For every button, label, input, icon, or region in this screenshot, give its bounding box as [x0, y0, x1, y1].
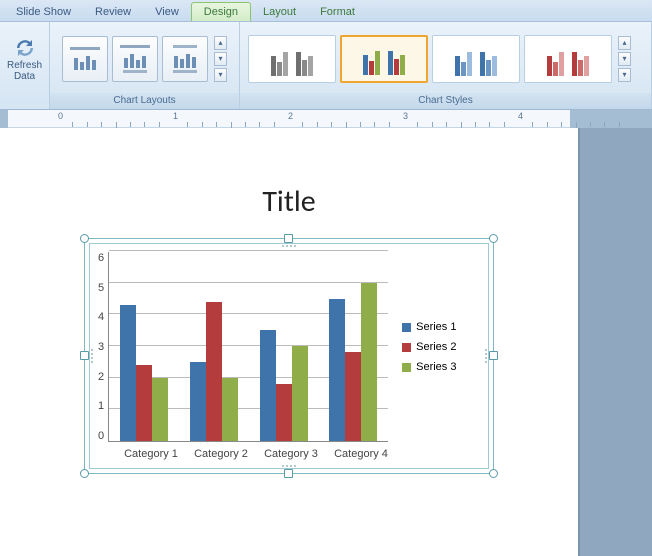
x-tick-label: Category 3	[264, 448, 318, 460]
resize-handle-tl[interactable]	[80, 234, 89, 243]
category-group[interactable]	[190, 302, 238, 441]
bar[interactable]	[276, 384, 292, 441]
chart-style-1[interactable]	[248, 35, 336, 83]
group-data: Refresh Data .	[0, 22, 50, 109]
tab-review[interactable]: Review	[83, 3, 143, 21]
refresh-label: Refresh Data	[5, 60, 44, 82]
x-axis: Category 1 Category 2 Category 3 Category 4	[116, 442, 396, 460]
ribbon: Refresh Data . ▴ ▾ ▾	[0, 22, 652, 110]
workspace: Title 0123456 Series 1Serie	[0, 128, 652, 556]
ruler-mark: 3	[403, 111, 408, 121]
y-axis: 0 1 2 3 4 5 6	[98, 252, 108, 442]
legend-label: Series 2	[416, 341, 456, 353]
chart-style-4[interactable]	[524, 35, 612, 83]
bar[interactable]	[292, 346, 308, 441]
y-tick-label: 0	[98, 430, 104, 442]
bar[interactable]	[190, 362, 206, 441]
chart-style-3[interactable]	[432, 35, 520, 83]
y-tick-label: 6	[98, 252, 104, 264]
chart-styles-label: Chart Styles	[240, 93, 651, 109]
horizontal-ruler: 0 1 2 3 4	[0, 110, 652, 128]
chart-style-2[interactable]	[340, 35, 428, 83]
tab-layout[interactable]: Layout	[251, 3, 308, 21]
x-tick-label: Category 4	[334, 448, 388, 460]
bar[interactable]	[152, 378, 168, 441]
plot-area[interactable]	[108, 252, 388, 442]
resize-handle-br[interactable]	[489, 469, 498, 478]
legend-swatch	[402, 363, 411, 372]
legend-swatch	[402, 323, 411, 332]
style-scroll-up[interactable]: ▴	[618, 36, 631, 50]
style-scroll-down[interactable]: ▾	[618, 52, 631, 66]
refresh-data-button[interactable]: Refresh Data	[4, 27, 45, 91]
y-tick-label: 5	[98, 282, 104, 294]
ruler-mark: 1	[173, 111, 178, 121]
y-tick-label: 2	[98, 371, 104, 383]
y-tick-label: 3	[98, 341, 104, 353]
resize-handle-ml[interactable]	[80, 351, 89, 360]
layout-scroll-down[interactable]: ▾	[214, 52, 227, 66]
ruler-mark: 4	[518, 111, 523, 121]
tab-design[interactable]: Design	[191, 2, 251, 21]
legend-label: Series 1	[416, 321, 456, 333]
slide-title-placeholder[interactable]: Title	[0, 183, 578, 220]
category-group[interactable]	[120, 305, 168, 441]
legend-item[interactable]: Series 3	[402, 361, 456, 373]
x-tick-label: Category 2	[194, 448, 248, 460]
legend-item[interactable]: Series 1	[402, 321, 456, 333]
chart-object[interactable]: 0 1 2 3 4 5 6 Series 1 Series 2 Series 3 Categor…	[84, 238, 494, 474]
chart-layout-2[interactable]	[112, 36, 158, 82]
tab-format[interactable]: Format	[308, 3, 367, 21]
legend-item[interactable]: Series 2	[402, 341, 456, 353]
resize-handle-mr[interactable]	[489, 351, 498, 360]
ruler-mark: 0	[58, 111, 63, 121]
refresh-icon	[13, 36, 37, 60]
ribbon-tabs: Slide Show Review View Design Layout For…	[0, 0, 652, 22]
bar[interactable]	[361, 283, 377, 441]
category-group[interactable]	[260, 330, 308, 441]
group-chart-layouts: ▴ ▾ ▾ Chart Layouts	[50, 22, 240, 109]
legend[interactable]: Series 1 Series 2 Series 3	[402, 252, 456, 442]
group-chart-styles: ▴ ▾ ▾ Chart Styles	[240, 22, 652, 109]
bar[interactable]	[260, 330, 276, 441]
chart-area[interactable]: 0 1 2 3 4 5 6 Series 1 Series 2 Series 3 Categor…	[89, 243, 489, 469]
tab-view[interactable]: View	[143, 3, 191, 21]
bar[interactable]	[345, 352, 361, 441]
style-more[interactable]: ▾	[618, 68, 631, 82]
bar[interactable]	[120, 305, 136, 441]
bar[interactable]	[329, 299, 345, 442]
legend-swatch	[402, 343, 411, 352]
resize-handle-tr[interactable]	[489, 234, 498, 243]
gridline	[109, 250, 388, 251]
legend-label: Series 3	[416, 361, 456, 373]
bar[interactable]	[222, 378, 238, 441]
chart-layout-1[interactable]	[62, 36, 108, 82]
category-group[interactable]	[329, 283, 377, 441]
chart-layouts-label: Chart Layouts	[50, 93, 239, 109]
layout-more[interactable]: ▾	[214, 68, 227, 82]
resize-handle-tm[interactable]	[284, 234, 293, 243]
bar[interactable]	[206, 302, 222, 441]
ruler-mark: 2	[288, 111, 293, 121]
y-tick-label: 4	[98, 311, 104, 323]
x-tick-label: Category 1	[124, 448, 178, 460]
tab-slideshow[interactable]: Slide Show	[4, 3, 83, 21]
resize-handle-bm[interactable]	[284, 469, 293, 478]
y-tick-label: 1	[98, 400, 104, 412]
chart-layout-3[interactable]	[162, 36, 208, 82]
bar[interactable]	[136, 365, 152, 441]
resize-handle-bl[interactable]	[80, 469, 89, 478]
slide[interactable]: Title 0123456 Series 1Serie	[0, 128, 580, 556]
layout-scroll-up[interactable]: ▴	[214, 36, 227, 50]
